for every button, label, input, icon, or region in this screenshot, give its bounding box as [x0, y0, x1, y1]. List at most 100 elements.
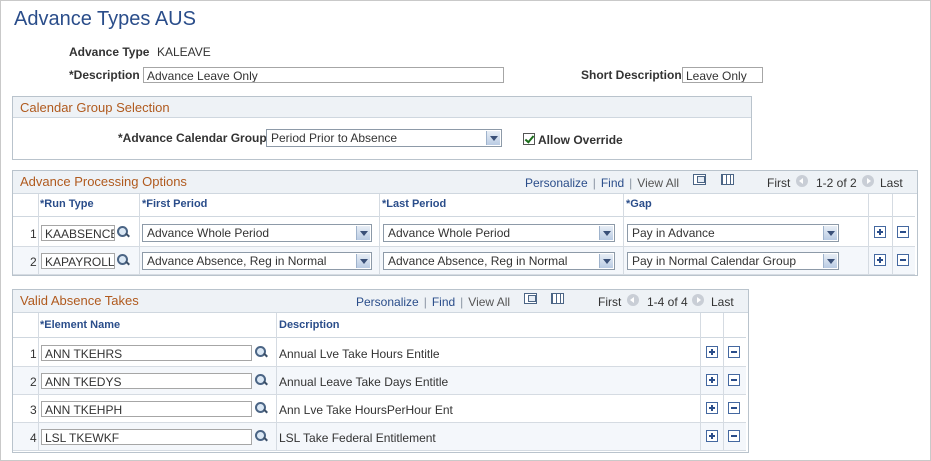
delete-row-button[interactable]	[728, 402, 740, 414]
view-all-link[interactable]: View All	[468, 295, 510, 309]
first-label: First	[767, 176, 791, 190]
previous-icon[interactable]	[796, 175, 808, 187]
element-name-input[interactable]: LSL TKEWKF	[41, 429, 252, 445]
row-number: 1	[30, 347, 37, 361]
advance-calendar-group-value: Period Prior to Absence	[271, 131, 398, 145]
allow-override-checkbox[interactable]	[523, 133, 535, 145]
next-icon[interactable]	[692, 294, 704, 306]
processing-nav: Personalize | Find | View All	[525, 176, 680, 190]
chevron-down-icon	[356, 254, 370, 268]
row-number: 3	[30, 403, 37, 417]
add-row-button[interactable]	[706, 346, 718, 358]
add-row-button[interactable]	[706, 374, 718, 386]
run-type-input[interactable]: KAABSENCE	[41, 225, 115, 241]
previous-icon[interactable]	[627, 294, 639, 306]
advance-type-label: Advance Type	[69, 45, 150, 59]
calendar-group-header: Calendar Group Selection	[13, 97, 751, 118]
last-period-value: Advance Absence, Reg in Normal	[388, 254, 568, 268]
col-divider	[379, 194, 380, 274]
add-row-button[interactable]	[874, 254, 886, 266]
run-type-input[interactable]: KAPAYROLL	[41, 253, 115, 269]
short-description-field[interactable]: Leave Only	[682, 67, 763, 83]
page-title: Advance Types AUS	[14, 8, 196, 30]
row-number: 4	[30, 431, 37, 445]
lookup-icon[interactable]	[116, 225, 130, 239]
new-window-icon[interactable]	[524, 293, 537, 304]
processing-title: Advance Processing Options	[20, 174, 187, 189]
lookup-icon[interactable]	[254, 401, 268, 415]
col-divider	[623, 194, 624, 274]
element-name-input[interactable]: ANN TKEDYS	[41, 373, 252, 389]
gap-value: Pay in Normal Calendar Group	[632, 254, 797, 268]
col-divider	[700, 313, 701, 450]
delete-row-button[interactable]	[897, 254, 909, 266]
col-element-name: *Element Name	[40, 319, 121, 331]
row-number: 1	[30, 227, 37, 241]
find-link[interactable]: Find	[432, 295, 455, 309]
lookup-icon[interactable]	[254, 373, 268, 387]
lookup-icon[interactable]	[254, 429, 268, 443]
gap-value: Pay in Advance	[632, 226, 715, 240]
description-field[interactable]: Advance Leave Only	[143, 67, 504, 83]
advance-calendar-group-label: *Advance Calendar Group	[118, 131, 267, 145]
col-divider	[38, 194, 39, 274]
element-name-input[interactable]: ANN TKEHPH	[41, 401, 252, 417]
col-divider	[276, 313, 277, 450]
col-divider	[139, 194, 140, 274]
calendar-group-title: Calendar Group Selection	[20, 100, 170, 115]
absence-nav: Personalize | Find | View All	[356, 295, 511, 309]
col-divider	[38, 313, 39, 450]
description-cell: Ann Lve Take HoursPerHour Ent	[279, 403, 453, 417]
short-description-label: Short Description	[581, 68, 682, 82]
advance-calendar-group-select[interactable]: Period Prior to Absence	[266, 129, 502, 147]
first-period-select[interactable]: Advance Whole Period	[142, 224, 372, 242]
find-link[interactable]: Find	[601, 176, 624, 190]
col-gap: *Gap	[626, 198, 652, 210]
delete-row-button[interactable]	[728, 346, 740, 358]
row-range: 1-2 of 2	[816, 176, 857, 190]
view-all-link[interactable]: View All	[637, 176, 679, 190]
description-cell: Annual Lve Take Hours Entitle	[279, 347, 440, 361]
allow-override-label: Allow Override	[538, 133, 623, 147]
chevron-down-icon	[599, 254, 613, 268]
chevron-down-icon	[823, 226, 837, 240]
description-label: *Description	[69, 68, 140, 82]
gap-select[interactable]: Pay in Normal Calendar Group	[627, 252, 839, 270]
col-divider	[723, 313, 724, 450]
chevron-down-icon	[599, 226, 613, 240]
add-row-button[interactable]	[706, 430, 718, 442]
new-window-icon[interactable]	[693, 174, 706, 185]
last-period-select[interactable]: Advance Whole Period	[383, 224, 615, 242]
description-cell: LSL Take Federal Entitlement	[279, 431, 436, 445]
download-grid-icon[interactable]	[551, 293, 564, 304]
last-period-value: Advance Whole Period	[388, 226, 511, 240]
last-period-select[interactable]: Advance Absence, Reg in Normal	[383, 252, 615, 270]
first-period-value: Advance Whole Period	[147, 226, 270, 240]
next-icon[interactable]	[862, 175, 874, 187]
col-first-period: *First Period	[142, 198, 208, 210]
first-label: First	[598, 295, 622, 309]
add-row-button[interactable]	[874, 226, 886, 238]
add-row-button[interactable]	[706, 402, 718, 414]
col-divider	[892, 194, 893, 274]
advance-type-value: KALEAVE	[157, 45, 211, 59]
calendar-group-section: Calendar Group Selection	[12, 96, 752, 160]
processing-grid-header: *Run Type *First Period *Last Period *Ga…	[13, 194, 915, 217]
first-period-select[interactable]: Advance Absence, Reg in Normal	[142, 252, 372, 270]
delete-row-button[interactable]	[728, 374, 740, 386]
last-label: Last	[711, 295, 734, 309]
element-name-input[interactable]: ANN TKEHRS	[41, 345, 252, 361]
row-range: 1-4 of 4	[647, 295, 688, 309]
lookup-icon[interactable]	[254, 345, 268, 359]
download-grid-icon[interactable]	[721, 174, 734, 185]
col-description: Description	[279, 319, 340, 331]
lookup-icon[interactable]	[116, 253, 130, 267]
personalize-link[interactable]: Personalize	[525, 176, 588, 190]
delete-row-button[interactable]	[897, 226, 909, 238]
chevron-down-icon	[486, 131, 500, 145]
personalize-link[interactable]: Personalize	[356, 295, 419, 309]
chevron-down-icon	[823, 254, 837, 268]
delete-row-button[interactable]	[728, 430, 740, 442]
last-label: Last	[880, 176, 903, 190]
gap-select[interactable]: Pay in Advance	[627, 224, 839, 242]
